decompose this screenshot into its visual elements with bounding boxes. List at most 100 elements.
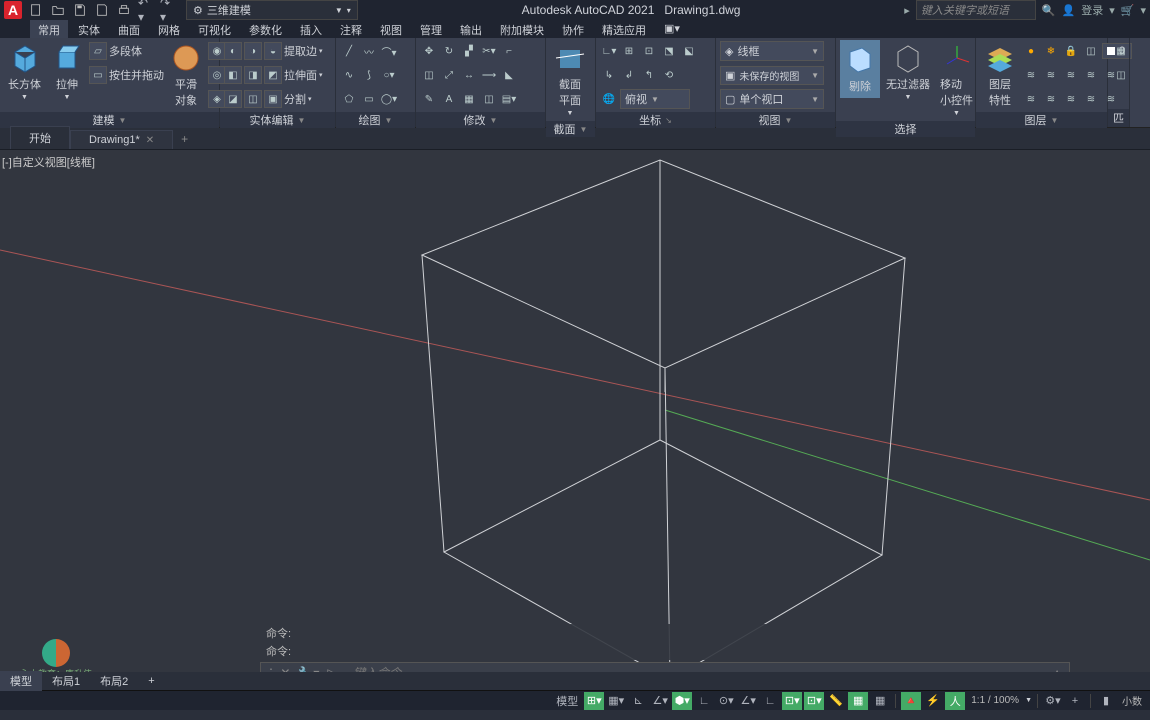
ucs-icon-3[interactable]: ⊡ — [640, 42, 658, 60]
ortho-toggle[interactable]: ⊾ — [628, 692, 648, 710]
scale-icon[interactable]: ⤢ — [440, 66, 458, 84]
tpy-toggle[interactable]: 📏 — [826, 692, 846, 710]
lwt-toggle[interactable]: ⊡▾ — [804, 692, 824, 710]
tab-common[interactable]: 常用 — [30, 20, 68, 38]
li2[interactable]: ❄ — [1042, 42, 1060, 60]
osnap-toggle[interactable]: ∟ — [694, 692, 714, 710]
dyn-toggle[interactable]: ⊡▾ — [782, 692, 802, 710]
save-icon[interactable] — [72, 2, 88, 18]
tab-view[interactable]: 视图 — [372, 20, 410, 38]
anno-toggle[interactable]: 🔺 — [901, 692, 921, 710]
polysolid-icon[interactable]: ▱ — [89, 42, 107, 60]
chamfer-icon[interactable]: ◣ — [500, 66, 518, 84]
print-icon[interactable] — [116, 2, 132, 18]
workspace-selector[interactable]: ⚙ 三维建模 ▼ ▾ — [186, 0, 358, 20]
smooth-button[interactable]: 平滑 对象 — [166, 40, 206, 110]
view-dropdown[interactable]: 俯视▼ — [620, 89, 690, 109]
tab-layout2[interactable]: 布局2 — [90, 671, 138, 691]
units-label[interactable]: 小数 — [1118, 693, 1146, 708]
app-drop-icon[interactable]: ▾ — [1140, 4, 1146, 17]
anno3-toggle[interactable]: 人 — [945, 692, 965, 710]
tab-overflow[interactable]: ▣▾ — [656, 20, 688, 38]
tab-surface[interactable]: 曲面 — [110, 20, 148, 38]
iso-toggle[interactable]: ⬢▾ — [672, 692, 692, 710]
search-input[interactable]: 键入关键字或短语 — [916, 0, 1036, 20]
open-icon[interactable] — [50, 2, 66, 18]
array-icon[interactable]: ▦ — [460, 90, 478, 108]
culling-button[interactable]: 剔除 — [840, 40, 880, 98]
ucs-icon-8[interactable]: ↰ — [640, 66, 658, 84]
add-tab-button[interactable]: + — [173, 129, 196, 149]
extract-edge-label[interactable]: 提取边 — [284, 43, 317, 59]
close-icon[interactable]: ✕ — [146, 135, 154, 146]
presspull-icon[interactable]: ▭ — [89, 66, 107, 84]
slice-label[interactable]: 分割 — [284, 91, 306, 107]
se-i4[interactable]: ◪ — [224, 90, 242, 108]
line-icon[interactable]: ╱ — [340, 42, 358, 60]
li1[interactable]: ● — [1022, 42, 1040, 60]
visual-style-dropdown[interactable]: ◈线框▼ — [720, 41, 824, 61]
ducs-toggle[interactable]: ∟ — [760, 692, 780, 710]
no-filter-button[interactable]: 无过滤器 ▼ — [882, 40, 934, 103]
model-toggle[interactable]: 模型 — [552, 692, 582, 710]
snap-toggle[interactable]: ▦▾ — [606, 692, 626, 710]
li3[interactable]: 🔒 — [1062, 42, 1080, 60]
lk3[interactable]: ≋ — [1062, 90, 1080, 108]
3dosnap-toggle[interactable]: ∠▾ — [738, 692, 758, 710]
saveas-icon[interactable] — [94, 2, 110, 18]
zoom-label[interactable]: 1:1 / 100% — [967, 695, 1023, 706]
polygon-icon[interactable]: ⬠ — [340, 90, 358, 108]
clean-icon[interactable]: ▮ — [1096, 692, 1116, 710]
tab-model[interactable]: 模型 — [0, 671, 42, 691]
intersect-icon[interactable]: ◒ — [264, 42, 282, 60]
tab-mesh[interactable]: 网格 — [150, 20, 188, 38]
search-icon[interactable]: 🔍 — [1042, 4, 1056, 17]
lk1[interactable]: ≋ — [1022, 90, 1040, 108]
subtract-icon[interactable]: ◑ — [244, 42, 262, 60]
mirror-icon[interactable]: ▞ — [460, 42, 478, 60]
box-button[interactable]: 长方体 ▼ — [4, 40, 45, 103]
spline-icon[interactable]: ∿ — [340, 66, 358, 84]
fillet-icon[interactable]: ⌐ — [500, 42, 518, 60]
world-icon[interactable]: 🌐 — [600, 90, 618, 108]
add-icon[interactable]: + — [1065, 692, 1085, 710]
lj2[interactable]: ≋ — [1042, 66, 1060, 84]
lj1[interactable]: ≋ — [1022, 66, 1040, 84]
polar-toggle[interactable]: ∠▾ — [650, 692, 670, 710]
extrude-face-label[interactable]: 拉伸面 — [284, 67, 317, 83]
ucs-icon-4[interactable]: ⬔ — [660, 42, 678, 60]
extrude-button[interactable]: 拉伸 ▼ — [47, 40, 87, 103]
layer-props-button[interactable]: 图层 特性 — [980, 40, 1020, 110]
ucs-icon-2[interactable]: ⊞ — [620, 42, 638, 60]
ucs-icon-7[interactable]: ↲ — [620, 66, 638, 84]
se-i1[interactable]: ◧ — [224, 66, 242, 84]
user-icon[interactable]: 👤 — [1062, 4, 1076, 17]
tab-annotate[interactable]: 注释 — [332, 20, 370, 38]
tab-drawing1[interactable]: Drawing1*✕ — [70, 130, 173, 149]
rect-icon[interactable]: ▭ — [360, 90, 378, 108]
tab-addins[interactable]: 附加模块 — [492, 20, 552, 38]
group-icon[interactable]: ▦ — [1112, 42, 1130, 60]
offset-icon[interactable]: ◫ — [480, 90, 498, 108]
tab-start[interactable]: 开始 — [10, 126, 70, 149]
cart-icon[interactable]: 🛒 — [1121, 4, 1135, 17]
se-i6[interactable]: ▣ — [264, 90, 282, 108]
ucs-icon-5[interactable]: ⬕ — [680, 42, 698, 60]
tab-featured[interactable]: 精选应用 — [594, 20, 654, 38]
ellipse-icon[interactable]: ◯▾ — [380, 90, 398, 108]
grid-toggle[interactable]: ⊞▾ — [584, 692, 604, 710]
saved-view-dropdown[interactable]: ▣未保存的视图▼ — [720, 66, 824, 85]
tab-solid[interactable]: 实体 — [70, 20, 108, 38]
circle-icon[interactable]: ○▾ — [380, 66, 398, 84]
ucs-icon-6[interactable]: ↳ — [600, 66, 618, 84]
union-icon[interactable]: ◐ — [224, 42, 242, 60]
ucs-icon-1[interactable]: ∟▾ — [600, 42, 618, 60]
lk2[interactable]: ≋ — [1042, 90, 1060, 108]
anno2-toggle[interactable]: ⚡ — [923, 692, 943, 710]
stretch-icon[interactable]: ↔ — [460, 66, 478, 84]
settings-icon[interactable]: ⚙▾ — [1043, 692, 1063, 710]
arc-icon[interactable]: ⌒▾ — [380, 42, 398, 60]
se-i3[interactable]: ◩ — [264, 66, 282, 84]
trim-icon[interactable]: ✂▾ — [480, 42, 498, 60]
new-icon[interactable] — [28, 2, 44, 18]
